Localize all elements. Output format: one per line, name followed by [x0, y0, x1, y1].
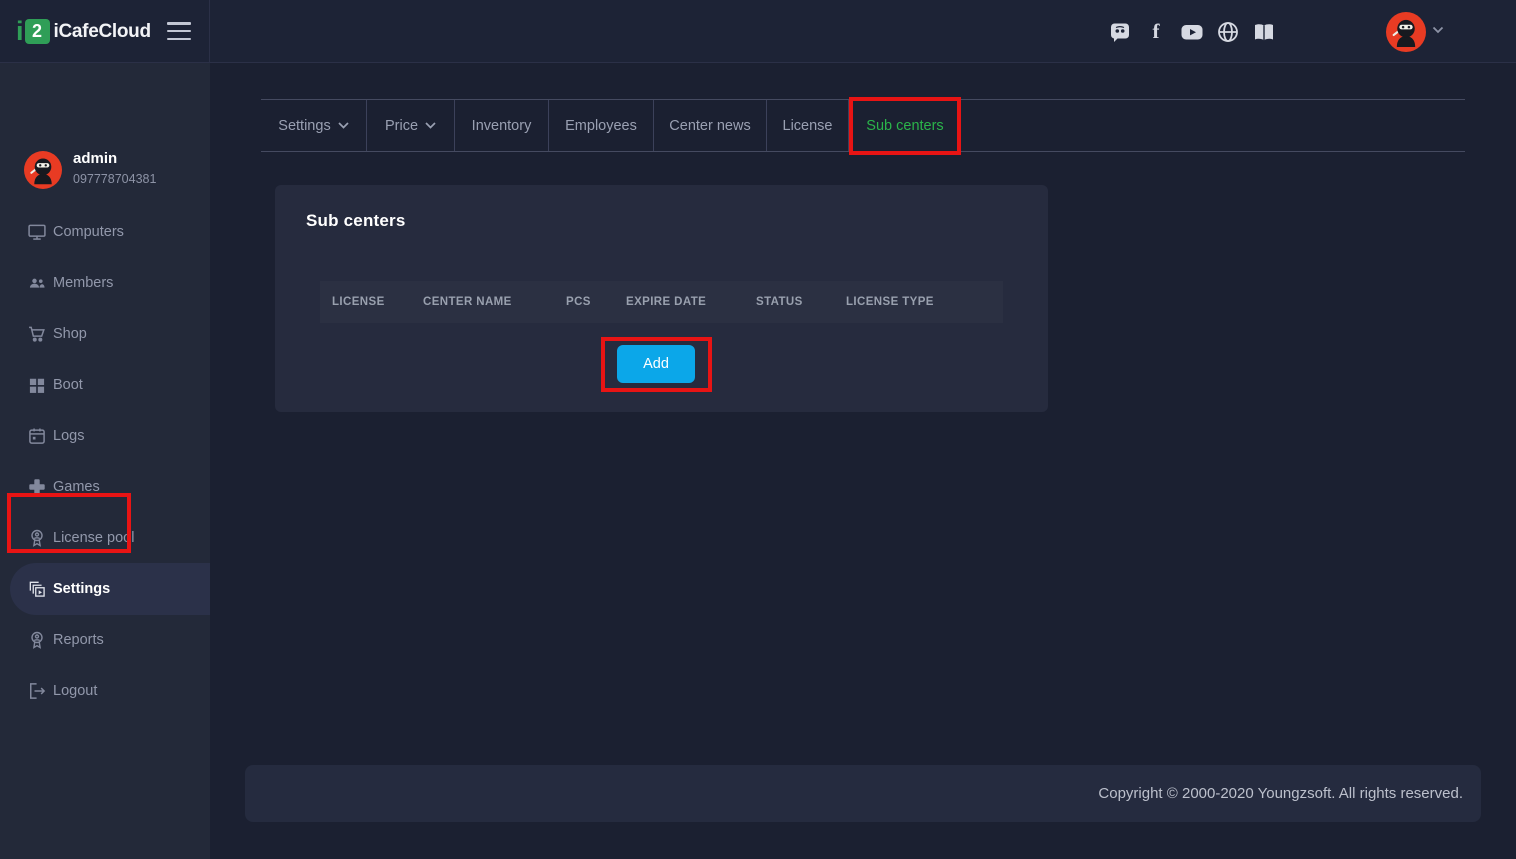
user-avatar[interactable]	[1386, 12, 1426, 52]
logo-i-glyph: i	[16, 16, 24, 47]
sidebar-item-shop[interactable]: Shop	[0, 309, 210, 359]
reports-badge-icon	[27, 630, 47, 650]
logo-badge: 2	[25, 19, 50, 44]
footer: Copyright © 2000-2020 Youngzsoft. All ri…	[245, 765, 1481, 822]
sidebar-item-members[interactable]: Members	[0, 258, 210, 308]
tab-price[interactable]: Price	[367, 100, 455, 151]
copyright-text: Copyright © 2000-2020 Youngzsoft. All ri…	[1098, 765, 1463, 822]
tab-employees[interactable]: Employees	[549, 100, 654, 151]
sidebar-item-label: Boot	[53, 377, 83, 393]
sidebar-user-name: admin	[73, 150, 117, 167]
topbar: i 2 iCafeCloud f	[0, 0, 1516, 63]
tab-license[interactable]: License	[767, 100, 849, 151]
tab-center-news[interactable]: Center news	[654, 100, 767, 151]
column-header-license-type: LICENSE TYPE	[846, 281, 934, 323]
chevron-down-icon	[338, 122, 349, 129]
topbar-social-links: f	[1108, 0, 1276, 63]
facebook-icon[interactable]: f	[1144, 20, 1168, 44]
menu-toggle-icon[interactable]	[167, 22, 191, 40]
tab-label: Price	[385, 118, 418, 134]
members-icon	[27, 273, 47, 293]
sidebar-item-label: Shop	[53, 326, 87, 342]
logo-text: iCafeCloud	[54, 21, 151, 43]
sidebar: admin 097778704381 Computers Members	[0, 63, 210, 859]
sidebar-item-reports[interactable]: Reports	[0, 615, 210, 665]
sidebar-item-label: Logout	[53, 683, 97, 699]
column-header-pcs: PCS	[566, 281, 591, 323]
column-header-center-name: CENTER NAME	[423, 281, 512, 323]
tab-label: Inventory	[472, 118, 532, 134]
annotation-box-sub-centers-tab	[849, 97, 961, 155]
windows-icon	[27, 375, 47, 395]
cart-icon	[27, 324, 47, 344]
sidebar-item-logout[interactable]: Logout	[0, 666, 210, 716]
tab-label: Center news	[669, 118, 750, 134]
annotation-box-settings-item	[7, 493, 131, 553]
sidebar-item-label: Members	[53, 275, 113, 291]
tab-inventory[interactable]: Inventory	[455, 100, 549, 151]
annotation-box-add-button	[601, 337, 712, 392]
discord-icon[interactable]	[1108, 20, 1132, 44]
youtube-icon[interactable]	[1180, 20, 1204, 44]
column-header-status: STATUS	[756, 281, 803, 323]
settings-layers-icon	[27, 579, 47, 599]
sidebar-item-label: Settings	[53, 581, 110, 597]
tab-label: Employees	[565, 118, 637, 134]
app-root: i 2 iCafeCloud f	[0, 0, 1516, 859]
chevron-down-icon	[425, 122, 436, 129]
tab-label: Settings	[278, 118, 330, 134]
sidebar-item-boot[interactable]: Boot	[0, 360, 210, 410]
monitor-icon	[27, 222, 47, 242]
sidebar-item-computers[interactable]: Computers	[0, 207, 210, 257]
user-menu-chevron-down-icon[interactable]	[1432, 26, 1444, 34]
tab-label: License	[783, 118, 833, 134]
column-header-license: LICENSE	[332, 281, 385, 323]
sidebar-item-label: Reports	[53, 632, 104, 648]
app-logo[interactable]: i 2 iCafeCloud	[16, 16, 151, 47]
sidebar-item-label: Logs	[53, 428, 84, 444]
table-header-row: LICENSE CENTER NAME PCS EXPIRE DATE STAT…	[320, 281, 1003, 323]
sidebar-item-logs[interactable]: Logs	[0, 411, 210, 461]
tab-settings[interactable]: Settings	[261, 100, 367, 151]
sidebar-item-label: Computers	[53, 224, 124, 240]
column-header-expire-date: EXPIRE DATE	[626, 281, 706, 323]
globe-icon[interactable]	[1216, 20, 1240, 44]
handbook-icon[interactable]	[1252, 20, 1276, 44]
logout-icon	[27, 681, 47, 701]
sidebar-user-phone: 097778704381	[73, 172, 156, 186]
sidebar-user-avatar	[24, 151, 62, 189]
calendar-icon	[27, 426, 47, 446]
card-title: Sub centers	[306, 211, 406, 231]
sidebar-item-settings[interactable]: Settings	[0, 564, 210, 614]
